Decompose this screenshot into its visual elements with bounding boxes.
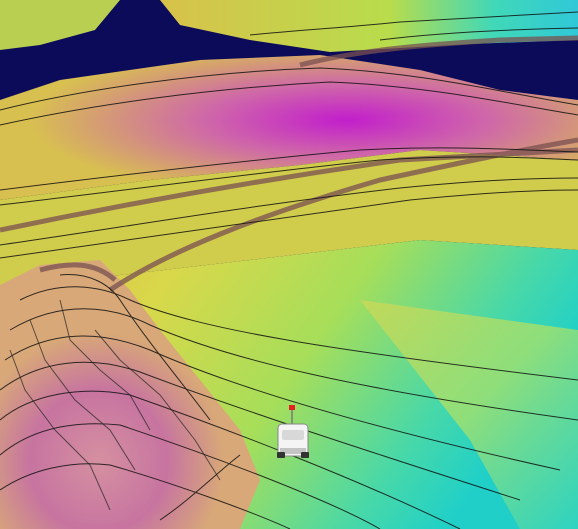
haul-truck-icon: [277, 405, 309, 458]
haul-truck-marker[interactable]: [274, 404, 314, 460]
mine-terrain-viewport[interactable]: [0, 0, 578, 529]
